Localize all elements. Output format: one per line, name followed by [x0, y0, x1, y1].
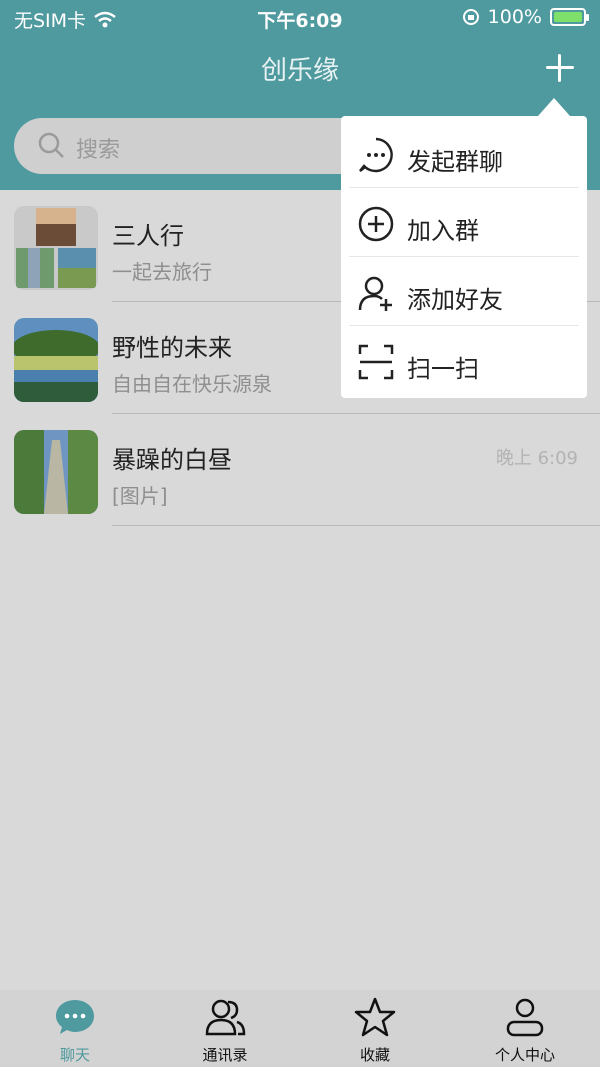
- page-title: 创乐缘: [260, 56, 339, 86]
- menu-item-label: 扫一扫: [407, 355, 479, 383]
- battery-percent: 100%: [487, 6, 542, 28]
- tab-profile[interactable]: 个人中心: [450, 990, 600, 1067]
- chat-row[interactable]: 暴躁的白昼 [图片] 晚上 6:09: [0, 414, 600, 526]
- battery-icon: [550, 8, 589, 26]
- divider: [112, 525, 600, 526]
- add-user-icon: [358, 276, 392, 311]
- tab-chat[interactable]: 聊天: [0, 990, 150, 1067]
- menu-item-label: 添加好友: [407, 286, 503, 314]
- orientation-lock-icon: [462, 9, 479, 25]
- menu-item-label: 加入群: [407, 217, 479, 245]
- chat-icon: [56, 1000, 94, 1034]
- chat-bubble-icon: [359, 137, 393, 173]
- profile-icon: [506, 998, 544, 1037]
- menu-item-scan[interactable]: 扫一扫: [341, 327, 587, 395]
- group-avatar: [14, 206, 98, 290]
- tab-label: 聊天: [59, 1046, 90, 1064]
- tab-contacts[interactable]: 通讯录: [150, 990, 300, 1067]
- chat-name: 暴躁的白昼: [112, 446, 232, 474]
- search-placeholder: 搜索: [76, 138, 121, 163]
- popup-menu: 发起群聊 加入群 添加好友 扫一扫: [341, 116, 587, 398]
- contacts-icon: [205, 999, 246, 1036]
- tab-label: 收藏: [359, 1046, 390, 1064]
- tab-bar: 聊天 通讯录 收藏 个人中心: [0, 990, 600, 1067]
- chat-name: 三人行: [112, 222, 184, 250]
- chat-name: 野性的未来: [112, 334, 232, 362]
- menu-item-start-group-chat[interactable]: 发起群聊: [341, 120, 587, 188]
- menu-arrow: [538, 98, 570, 116]
- chat-avatar: [14, 318, 98, 402]
- scan-icon: [358, 344, 394, 380]
- add-button[interactable]: [538, 46, 582, 90]
- chat-time: 晚上 6:09: [495, 448, 578, 469]
- search-icon: [38, 132, 64, 158]
- menu-item-join-group[interactable]: 加入群: [341, 189, 587, 257]
- menu-item-add-friend[interactable]: 添加好友: [341, 258, 587, 326]
- chat-avatar: [14, 430, 98, 514]
- chat-preview: [图片]: [112, 484, 168, 508]
- plus-circle-icon: [358, 206, 394, 242]
- menu-item-label: 发起群聊: [407, 148, 503, 176]
- tab-favorites[interactable]: 收藏: [300, 990, 450, 1067]
- chat-preview: 一起去旅行: [112, 260, 212, 284]
- status-bar: 无SIM卡 下午6:09 100%: [0, 0, 600, 34]
- chat-preview: 自由自在快乐源泉: [112, 372, 272, 396]
- tab-label: 个人中心: [494, 1046, 555, 1064]
- star-icon: [354, 997, 396, 1037]
- tab-label: 通讯录: [202, 1046, 248, 1064]
